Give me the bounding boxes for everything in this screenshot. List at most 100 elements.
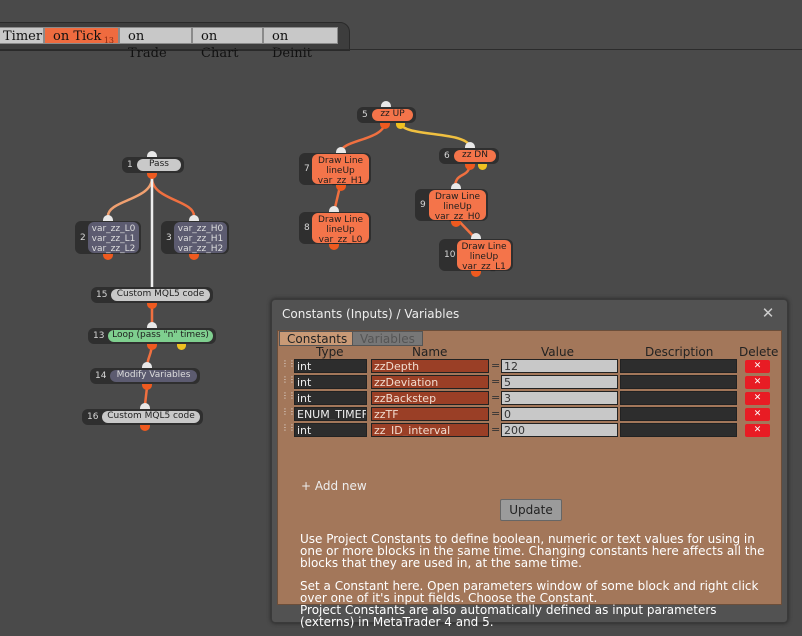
block-draw-line-7[interactable]: 7 Draw Line lineUp var_zz_H1 bbox=[299, 153, 371, 186]
equals-sign: = bbox=[491, 423, 501, 436]
block-number: 14 bbox=[95, 371, 107, 381]
delete-button[interactable]: ✕ bbox=[745, 360, 770, 373]
delete-button[interactable]: ✕ bbox=[745, 392, 770, 405]
constants-variables-dialog: Constants (Inputs) / Variables ✕ Constan… bbox=[271, 299, 788, 628]
block-line: lineUp bbox=[326, 225, 355, 235]
input-connector[interactable] bbox=[465, 142, 475, 148]
help-text-intro: Use Project Constants to define boolean,… bbox=[300, 532, 765, 570]
block-vars-low[interactable]: 2 var_zz_L0 var_zz_L1 var_zz_L2 bbox=[75, 221, 141, 254]
name-input[interactable]: zzTF bbox=[371, 407, 489, 421]
type-select[interactable]: int bbox=[294, 359, 367, 373]
block-line: lineUp bbox=[443, 202, 472, 212]
block-line: Draw Line bbox=[461, 242, 507, 252]
description-input[interactable] bbox=[620, 423, 737, 437]
input-connector[interactable] bbox=[147, 151, 157, 157]
constant-row: ⋮⋮ int zzBackstep = 3 ✕ bbox=[278, 391, 781, 405]
name-input[interactable]: zzDeviation bbox=[371, 375, 489, 389]
block-zz-dn[interactable]: 6 zz DN bbox=[439, 148, 499, 164]
block-label: Custom MQL5 code bbox=[111, 289, 210, 301]
column-header-name: Name bbox=[412, 345, 448, 359]
block-label: zz UP bbox=[372, 109, 413, 121]
description-input[interactable] bbox=[620, 407, 737, 421]
block-pass[interactable]: 1 Pass bbox=[122, 157, 184, 173]
block-loop[interactable]: 13 Loop (pass "n" times) bbox=[88, 328, 216, 344]
add-new-link[interactable]: + Add new bbox=[301, 479, 367, 493]
drag-handle-icon[interactable]: ⋮⋮ bbox=[281, 392, 296, 400]
input-connector[interactable] bbox=[140, 403, 150, 409]
block-label: Pass bbox=[137, 159, 181, 171]
block-label: zz DN bbox=[454, 150, 496, 162]
block-line: lineUp bbox=[469, 252, 499, 262]
value-input[interactable]: 3 bbox=[501, 391, 618, 405]
block-number: 9 bbox=[420, 200, 426, 210]
block-draw-line-10[interactable]: 10 Draw Line lineUp var_zz_L1 bbox=[439, 239, 513, 272]
block-number: 7 bbox=[304, 164, 310, 174]
name-input[interactable]: zzBackstep bbox=[371, 391, 489, 405]
block-number: 2 bbox=[80, 232, 86, 243]
block-label: Custom MQL5 code bbox=[102, 411, 200, 423]
block-number: 13 bbox=[93, 331, 105, 341]
input-connector[interactable] bbox=[189, 215, 199, 221]
drag-handle-icon[interactable]: ⋮⋮ bbox=[281, 408, 296, 416]
input-connector[interactable] bbox=[142, 362, 152, 368]
help-text-usage: Set a Constant here. Open parameters win… bbox=[300, 579, 759, 605]
description-input[interactable] bbox=[620, 359, 737, 373]
tab-constants[interactable]: Constants bbox=[279, 331, 356, 346]
column-header-delete: Delete bbox=[739, 345, 779, 359]
block-line: var_zz_L0 bbox=[318, 235, 363, 245]
description-input[interactable] bbox=[620, 391, 737, 405]
input-connector[interactable] bbox=[471, 233, 481, 239]
equals-sign: = bbox=[491, 391, 501, 404]
delete-button[interactable]: ✕ bbox=[745, 376, 770, 389]
update-button[interactable]: Update bbox=[500, 499, 562, 521]
drag-handle-icon[interactable]: ⋮⋮ bbox=[281, 360, 296, 368]
constant-row: ⋮⋮ ENUM_TIMEF zzTF = 0 ✕ bbox=[278, 407, 781, 421]
block-modify-variables[interactable]: 14 Modify Variables bbox=[90, 368, 200, 384]
block-vars-high[interactable]: 3 var_zz_H0 var_zz_H1 var_zz_H2 bbox=[161, 221, 229, 254]
input-connector[interactable] bbox=[103, 215, 113, 221]
input-connector[interactable] bbox=[329, 206, 339, 212]
delete-button[interactable]: ✕ bbox=[745, 424, 770, 437]
delete-button[interactable]: ✕ bbox=[745, 408, 770, 421]
drag-handle-icon[interactable]: ⋮⋮ bbox=[281, 424, 296, 432]
edge-5-7 bbox=[339, 121, 387, 153]
block-label: var_zz_L0 var_zz_L1 var_zz_L2 bbox=[88, 222, 139, 254]
block-line: var_zz_H1 bbox=[177, 234, 224, 244]
block-number: 5 bbox=[362, 110, 368, 120]
block-label: Loop (pass "n" times) bbox=[108, 330, 213, 342]
input-connector[interactable] bbox=[451, 183, 461, 189]
block-draw-line-8[interactable]: 8 Draw Line lineUp var_zz_L0 bbox=[299, 212, 371, 245]
block-number: 16 bbox=[87, 412, 99, 422]
value-input[interactable]: 0 bbox=[501, 407, 618, 421]
name-input[interactable]: zz_ID_interval bbox=[371, 423, 489, 437]
value-input[interactable]: 12 bbox=[501, 359, 618, 373]
block-line: var_zz_L1 bbox=[462, 262, 506, 272]
type-select[interactable]: int bbox=[294, 375, 367, 389]
block-custom-code-15[interactable]: 15 Custom MQL5 code bbox=[91, 287, 213, 303]
drag-handle-icon[interactable]: ⋮⋮ bbox=[281, 376, 296, 384]
value-input[interactable]: 200 bbox=[501, 423, 618, 437]
tab-variables[interactable]: Variables bbox=[352, 331, 423, 346]
column-header-value: Value bbox=[541, 345, 574, 359]
input-connector[interactable] bbox=[336, 147, 346, 153]
block-custom-code-16[interactable]: 16 Custom MQL5 code bbox=[82, 409, 203, 425]
description-input[interactable] bbox=[620, 375, 737, 389]
type-select[interactable]: int bbox=[294, 423, 367, 437]
block-line: Draw Line bbox=[317, 156, 364, 166]
block-line: var_zz_H2 bbox=[177, 244, 224, 254]
block-label: Draw Line lineUp var_zz_L0 bbox=[312, 213, 369, 245]
block-line: var_zz_L0 bbox=[91, 224, 136, 234]
column-header-type: Type bbox=[316, 345, 344, 359]
input-connector[interactable] bbox=[381, 101, 391, 107]
value-input[interactable]: 5 bbox=[501, 375, 618, 389]
block-line: var_zz_L2 bbox=[91, 244, 136, 254]
close-icon[interactable]: ✕ bbox=[761, 306, 775, 321]
type-select[interactable]: ENUM_TIMEF bbox=[294, 407, 367, 421]
block-number: 10 bbox=[444, 250, 456, 260]
input-connector[interactable] bbox=[147, 322, 157, 328]
edge-5-6 bbox=[398, 121, 472, 149]
block-zz-up[interactable]: 5 zz UP bbox=[357, 107, 416, 123]
name-input[interactable]: zzDepth bbox=[371, 359, 489, 373]
block-draw-line-9[interactable]: 9 Draw Line lineUp var_zz_H0 bbox=[415, 189, 488, 222]
type-select[interactable]: int bbox=[294, 391, 367, 405]
